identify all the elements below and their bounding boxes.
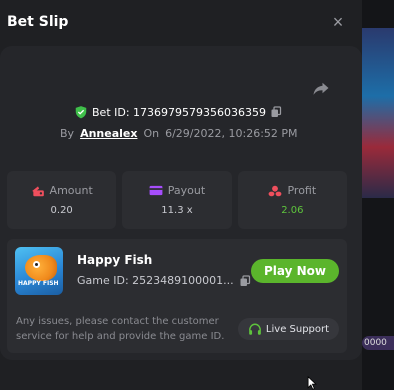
game-thumbnail[interactable]: HAPPY FISH (15, 247, 63, 295)
card-icon (149, 185, 163, 196)
bet-id-text: Bet ID: 1736979579356036359 (92, 105, 267, 119)
mouse-cursor-icon (307, 376, 317, 390)
stat-profit-value: 2.06 (281, 205, 304, 216)
stat-payout-value: 11.3 x (161, 205, 193, 216)
stat-amount-value: 0.20 (50, 205, 73, 216)
modal-title: Bet Slip (7, 14, 69, 30)
copy-icon[interactable] (239, 274, 251, 287)
stat-payout: Payout 11.3 x (122, 171, 232, 229)
bet-author-row: By Annealex On 6/29/2022, 10:26:52 PM (60, 125, 298, 141)
close-icon[interactable]: × (330, 13, 346, 31)
game-card: HAPPY FISH Happy Fish Game ID: 252348910… (7, 239, 347, 353)
support-message: Any issues, please contact the customer … (16, 316, 225, 342)
copy-icon[interactable] (270, 106, 282, 118)
modal-header: Bet Slip × (0, 0, 362, 46)
game-id-text: Game ID: 2523489100001... (77, 274, 234, 287)
wallet-icon (31, 185, 44, 196)
share-icon[interactable] (312, 79, 330, 97)
stat-profit: Profit 2.06 (237, 171, 347, 229)
by-label: By (60, 126, 75, 140)
game-name: Happy Fish (77, 253, 153, 267)
coins-icon (269, 185, 282, 196)
live-support-label: Live Support (265, 323, 330, 335)
headset-icon (248, 323, 261, 335)
bet-stats: Amount 0.20 Payout 11.3 x Profit 2.06 (7, 171, 347, 229)
background-game-banner (362, 28, 394, 198)
stat-amount-label: Amount (49, 184, 93, 197)
on-label: On (143, 126, 160, 140)
bet-slip-modal: Bet Slip × Bet ID: 1736979579356036359 B… (0, 0, 362, 390)
fish-icon (25, 255, 57, 281)
live-support-button[interactable]: Live Support (238, 318, 339, 340)
stat-profit-label: Profit (287, 184, 317, 197)
bet-datetime: 6/29/2022, 10:26:52 PM (165, 126, 298, 140)
background-badge: 0000 (362, 336, 394, 350)
username-link[interactable]: Annealex (80, 127, 137, 140)
play-now-button[interactable]: Play Now (251, 259, 339, 283)
stat-amount: Amount 0.20 (7, 171, 117, 229)
bet-id-row: Bet ID: 1736979579356036359 (74, 104, 282, 120)
thumbnail-title: HAPPY FISH (18, 280, 59, 287)
shield-check-icon (75, 106, 87, 119)
game-id-row: Game ID: 2523489100001... (77, 274, 251, 287)
stat-payout-label: Payout (167, 184, 206, 197)
